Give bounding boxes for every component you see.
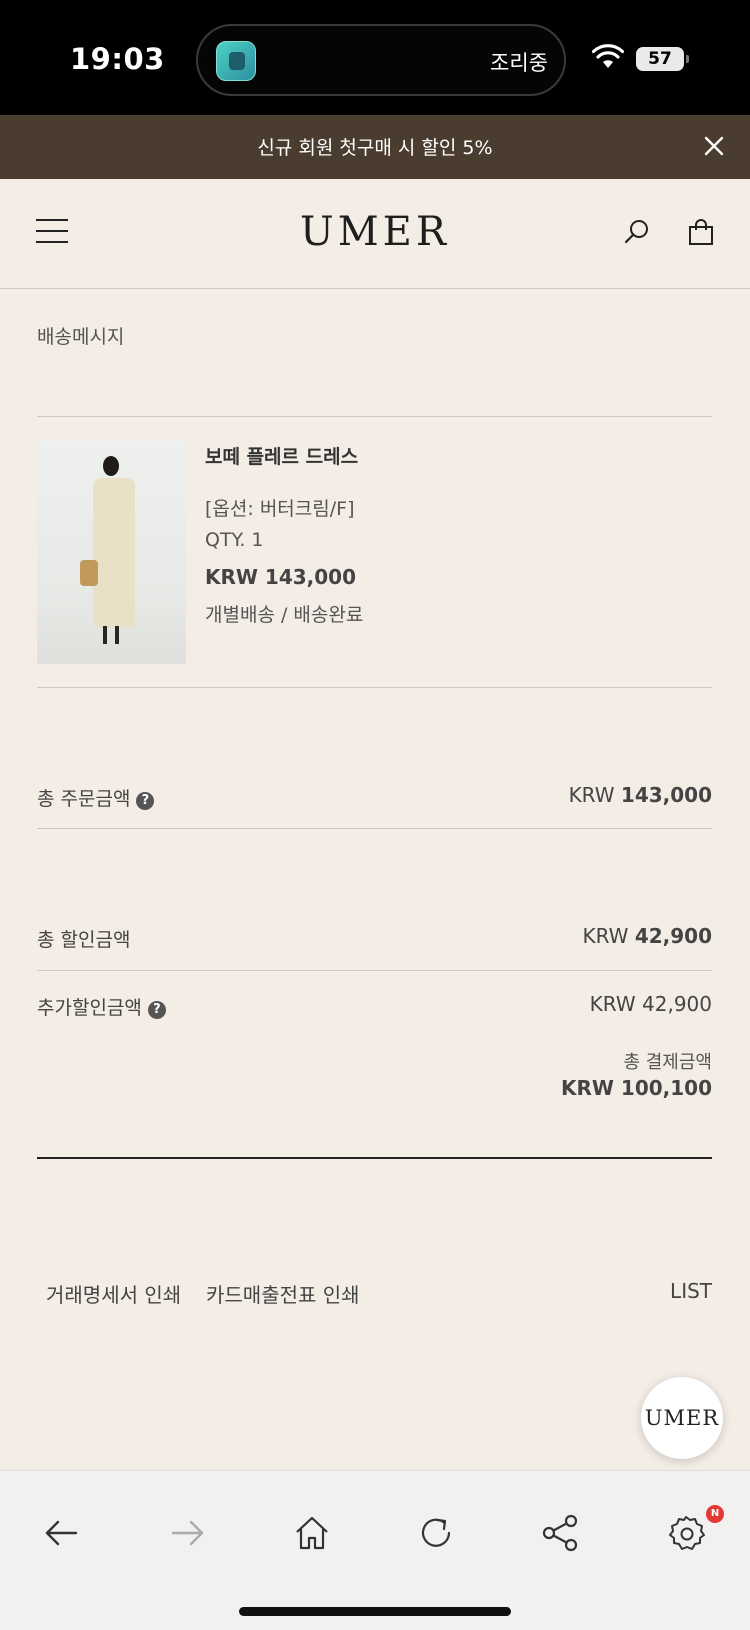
help-icon[interactable]: ? [136, 792, 155, 810]
product-option: [옵션: 버터크림/F] [205, 498, 355, 520]
extra-discount-label: 추가할인금액? [37, 993, 166, 1020]
dynamic-island[interactable]: 조리중 [196, 24, 566, 96]
promo-text: 신규 회원 첫구매 시 할인 5% [257, 137, 493, 159]
search-icon[interactable] [622, 217, 652, 247]
product-price: KRW 143,000 [205, 565, 357, 589]
delivery-status: 개별배송 / 배송완료 [205, 604, 364, 626]
settings-gear-icon[interactable] [664, 1511, 708, 1555]
back-arrow-icon[interactable] [40, 1511, 84, 1555]
total-payment-label: 총 결제금액 [623, 1052, 712, 1073]
divider [37, 970, 712, 971]
status-bar: 19:03 조리중 57 [0, 0, 750, 115]
forward-arrow-icon[interactable] [165, 1511, 209, 1555]
divider [37, 828, 712, 829]
promo-banner: 신규 회원 첫구매 시 할인 5% [0, 115, 750, 179]
brand-chat-button[interactable]: UMER [641, 1377, 723, 1459]
close-icon[interactable] [700, 132, 728, 160]
delivery-app-icon [216, 41, 256, 81]
product-thumbnail[interactable] [37, 440, 186, 664]
print-card-slip-link[interactable]: 카드매출전표 인쇄 [206, 1279, 360, 1308]
refresh-icon[interactable] [414, 1511, 458, 1555]
divider [37, 416, 712, 417]
browser-toolbar [0, 1470, 750, 1630]
order-total-label: 총 주문금액? [37, 784, 155, 811]
site-header: UMER [0, 179, 750, 289]
product-name[interactable]: 보떼 플레르 드레스 [205, 442, 358, 469]
wifi-icon [592, 44, 624, 68]
print-receipt-link[interactable]: 거래명세서 인쇄 [46, 1279, 181, 1308]
product-quantity: QTY. 1 [205, 529, 264, 551]
total-payment-value: KRW 100,100 [560, 1076, 712, 1100]
share-icon[interactable] [539, 1511, 583, 1555]
battery-indicator: 57 [636, 47, 684, 71]
notification-badge: N [706, 1505, 724, 1523]
battery-nub [686, 55, 689, 63]
order-total-value: KRW 143,000 [568, 783, 712, 807]
delivery-message-label: 배송메시지 [37, 326, 125, 348]
home-indicator[interactable] [239, 1607, 511, 1616]
shopping-bag-icon[interactable] [686, 217, 716, 247]
discount-total-label: 총 할인금액 [37, 929, 131, 951]
divider [37, 1157, 712, 1159]
extra-discount-value: KRW 42,900 [589, 992, 712, 1016]
live-activity-text: 조리중 [490, 51, 548, 75]
status-time: 19:03 [70, 42, 165, 76]
list-link[interactable]: LIST [670, 1279, 712, 1303]
help-icon[interactable]: ? [147, 1001, 166, 1019]
divider [37, 687, 712, 688]
home-icon[interactable] [290, 1511, 334, 1555]
discount-total-value: KRW 42,900 [582, 924, 712, 948]
